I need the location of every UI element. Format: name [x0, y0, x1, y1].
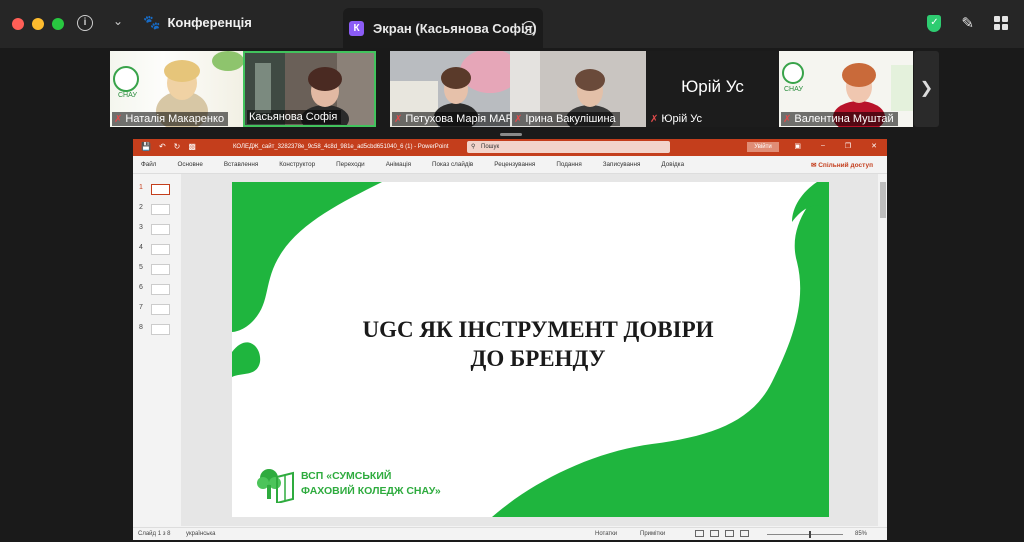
- menu-home[interactable]: Основне: [177, 161, 202, 168]
- participant-big-name: Юрій Ус: [681, 77, 744, 96]
- save-icon[interactable]: 💾: [141, 142, 151, 151]
- info-icon[interactable]: i: [77, 15, 93, 31]
- menu-animations[interactable]: Анімація: [386, 161, 411, 168]
- minimize-window-button[interactable]: [32, 18, 44, 30]
- resize-handle[interactable]: [500, 133, 522, 136]
- top-right-icons: ✓ ✎: [927, 14, 1008, 32]
- file-name: КОЛЕДЖ_сайт_3282378e_9c58_4c8d_981e_ad5c…: [233, 144, 449, 150]
- menu-view[interactable]: Подання: [556, 161, 581, 168]
- slideshow-view-icon[interactable]: [740, 530, 749, 537]
- sorter-view-icon[interactable]: [710, 530, 719, 537]
- minimize-icon[interactable]: –: [821, 142, 825, 150]
- present-icon[interactable]: ▩: [188, 142, 196, 151]
- search-box[interactable]: ⚲ Пошук: [467, 141, 670, 153]
- participant-tile[interactable]: СНАУ ✗ Валентина Муштай: [779, 51, 913, 127]
- ribbon-menu: Файл Основне Вставлення Конструктор Пере…: [133, 156, 887, 174]
- svg-text:СНАУ: СНАУ: [784, 86, 803, 93]
- strip-gap: [376, 51, 390, 127]
- pencil-icon[interactable]: ✎: [961, 14, 974, 32]
- menu-help[interactable]: Довідка: [661, 161, 684, 168]
- menu-slideshow[interactable]: Показ слайдів: [432, 161, 473, 168]
- meeting-title: Конференція: [167, 15, 252, 30]
- zoom-slider-knob[interactable]: [809, 531, 811, 538]
- next-page-button[interactable]: ❯: [914, 51, 939, 127]
- menu-record[interactable]: Записування: [603, 161, 641, 168]
- meeting-title-wrap: 🐾 Конференція: [143, 14, 252, 31]
- mic-muted-icon: ✗: [783, 113, 792, 125]
- normal-view-icon[interactable]: [695, 530, 704, 537]
- quick-access-toolbar: 💾 ↶ ↻ ▩: [141, 142, 196, 151]
- window-controls: [12, 18, 64, 30]
- participant-tile[interactable]: СНАУ ✗ Наталія Макаренко: [110, 51, 243, 127]
- paw-icon: 🐾: [143, 14, 161, 30]
- menu-insert[interactable]: Вставлення: [224, 161, 258, 168]
- chevron-right-icon: ❯: [919, 80, 934, 97]
- menu-design[interactable]: Конструктор: [279, 161, 315, 168]
- svg-text:СНАУ: СНАУ: [118, 92, 137, 99]
- view-grid-icon[interactable]: [994, 16, 1008, 30]
- search-icon: ⚲: [471, 144, 476, 150]
- notes-button[interactable]: Нотатки: [595, 531, 617, 537]
- chevron-down-icon[interactable]: ⌄: [113, 14, 123, 28]
- ppt-title-bar: 💾 ↶ ↻ ▩ КОЛЕДЖ_сайт_3282378e_9c58_4c8d_9…: [133, 139, 887, 156]
- menu-review[interactable]: Рецензування: [494, 161, 535, 168]
- zoom-top-bar: i ⌄ 🐾 Конференція К Экран (Касьянова Соф…: [0, 0, 1024, 48]
- reading-view-icon[interactable]: [725, 530, 734, 537]
- menu-file[interactable]: Файл: [141, 161, 156, 168]
- menu-transitions[interactable]: Переходи: [336, 161, 365, 168]
- college-name: ВСП «СУМСЬКИЙ ФАХОВИЙ КОЛЕДЖ СНАУ»: [301, 470, 441, 497]
- comments-button[interactable]: Примітки: [640, 531, 665, 537]
- participant-tile-active-speaker[interactable]: Касьянова Софія: [243, 51, 376, 127]
- close-icon[interactable]: ✕: [871, 142, 877, 150]
- zoom-level[interactable]: 85%: [855, 531, 867, 537]
- share-button[interactable]: ✉ Спільний доступ: [811, 161, 873, 169]
- mic-muted-icon: ✗: [114, 113, 123, 125]
- mic-muted-icon: ✗: [650, 113, 659, 125]
- slide-canvas-area: UGC ЯК ІНСТРУМЕНТ ДОВІРИ ДО БРЕНДУ ВСП «…: [181, 174, 878, 526]
- mic-muted-icon: ✗: [394, 113, 403, 125]
- restore-icon[interactable]: ❐: [845, 142, 851, 150]
- scrollbar-thumb[interactable]: [880, 182, 886, 218]
- participant-name-label: ✗ Наталія Макаренко: [112, 112, 229, 126]
- participant-name-label: ✗ Валентина Муштай: [781, 112, 898, 126]
- close-window-button[interactable]: [12, 18, 24, 30]
- mic-muted-icon: ✗: [514, 113, 523, 125]
- slide[interactable]: UGC ЯК ІНСТРУМЕНТ ДОВІРИ ДО БРЕНДУ ВСП «…: [232, 182, 829, 517]
- participant-name-label: Касьянова Софія: [247, 110, 342, 124]
- sharer-badge: К: [349, 20, 364, 36]
- more-options-icon[interactable]: ⋯: [522, 21, 536, 35]
- view-mode-buttons: [695, 530, 749, 537]
- screen-share-title: Экран (Касьянова Софія): [373, 20, 537, 36]
- participant-tile[interactable]: ✗ Ірина Вакулішина: [510, 51, 646, 127]
- maximize-window-button[interactable]: [52, 18, 64, 30]
- tree-book-logo-icon: [255, 465, 295, 505]
- ribbon-display-icon[interactable]: ▣: [794, 142, 801, 150]
- zoom-slider[interactable]: [767, 534, 843, 535]
- redo-icon[interactable]: ↻: [174, 142, 181, 151]
- participant-tile[interactable]: ✗ Петухова Марія МАР: [390, 51, 510, 127]
- participant-tile-no-video[interactable]: Юрій Ус ✗ Юрій Ус: [646, 51, 779, 127]
- college-logo: ВСП «СУМСЬКИЙ ФАХОВИЙ КОЛЕДЖ СНАУ»: [255, 465, 441, 505]
- slide-counter: Слайд 1 з 8: [138, 531, 171, 537]
- screen-share-tab[interactable]: К Экран (Касьянова Софія) ⋯: [343, 8, 543, 48]
- undo-icon[interactable]: ↶: [159, 142, 166, 151]
- participant-name-label: ✗ Ірина Вакулішина: [512, 112, 620, 126]
- slide-title: UGC ЯК ІНСТРУМЕНТ ДОВІРИ ДО БРЕНДУ: [362, 317, 714, 371]
- powerpoint-window: 💾 ↶ ↻ ▩ КОЛЕДЖ_сайт_3282378e_9c58_4c8d_9…: [133, 139, 887, 540]
- slide-thumbnail-pane: 1 2 3 4 5 6 7 8: [133, 174, 181, 526]
- ppt-window-buttons: ▣ – ❐ ✕: [794, 142, 877, 150]
- vertical-scrollbar[interactable]: [879, 174, 887, 526]
- participant-strip: СНАУ ✗Наталія Макаренко Касьянова Софія: [110, 51, 913, 127]
- language-indicator[interactable]: українська: [186, 531, 216, 537]
- participant-name-label: ✗ Петухова Марія МАР: [392, 112, 510, 126]
- ppt-status-bar: Слайд 1 з 8 українська Нотатки Примітки …: [133, 527, 887, 540]
- security-shield-icon[interactable]: ✓: [927, 14, 942, 32]
- participant-name-label: ✗ Юрій Ус: [650, 113, 703, 125]
- sign-in-button[interactable]: Увійти: [747, 142, 779, 152]
